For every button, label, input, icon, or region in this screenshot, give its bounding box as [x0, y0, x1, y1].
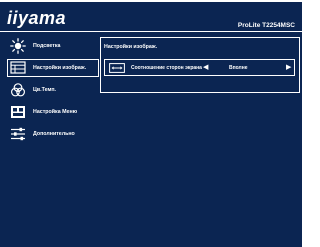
aspect-ratio-setting[interactable]: Соотношение сторон экрана ◀ Вполне ▶ — [104, 59, 295, 76]
osd-window: iiyama ProLite T2254MSC Подсветка Настро… — [0, 0, 302, 247]
content-panel: Настройки изображ. Соотношение сторон эк… — [100, 37, 300, 93]
setting-value: Вполне — [229, 65, 248, 71]
arrow-left-icon[interactable]: ◀ — [203, 64, 209, 72]
screen-icon — [10, 61, 26, 74]
menu-item-label: Настройка Меню — [33, 109, 78, 115]
menu-settings-icon — [11, 106, 25, 118]
menu-item-extra[interactable]: Дополнительно — [7, 125, 99, 143]
menu-item-label: Подсветка — [33, 43, 61, 49]
menu-item-menu-settings[interactable]: Настройка Меню — [7, 103, 99, 121]
menu-item-color-temp[interactable]: Цв.Темп. — [7, 81, 99, 99]
menu-item-label: Настройки изображ. — [33, 65, 87, 71]
setting-label: Соотношение сторон экрана — [131, 65, 202, 71]
color-temp-icon — [11, 83, 26, 97]
brand-logo: iiyama — [7, 8, 67, 28]
menu-item-label: Цв.Темп. — [33, 87, 57, 93]
sliders-icon — [11, 127, 25, 141]
brightness-icon — [10, 38, 26, 54]
arrow-right-icon[interactable]: ▶ — [286, 64, 292, 72]
model-name: ProLite T2254MSC — [237, 22, 295, 29]
menu-item-label: Дополнительно — [33, 131, 75, 137]
content-title: Настройки изображ. — [104, 44, 158, 50]
header-divider — [0, 31, 302, 32]
aspect-ratio-icon — [109, 63, 125, 73]
menu-item-backlight[interactable]: Подсветка — [7, 37, 99, 55]
menu-item-picture-settings[interactable]: Настройки изображ. — [7, 59, 99, 77]
